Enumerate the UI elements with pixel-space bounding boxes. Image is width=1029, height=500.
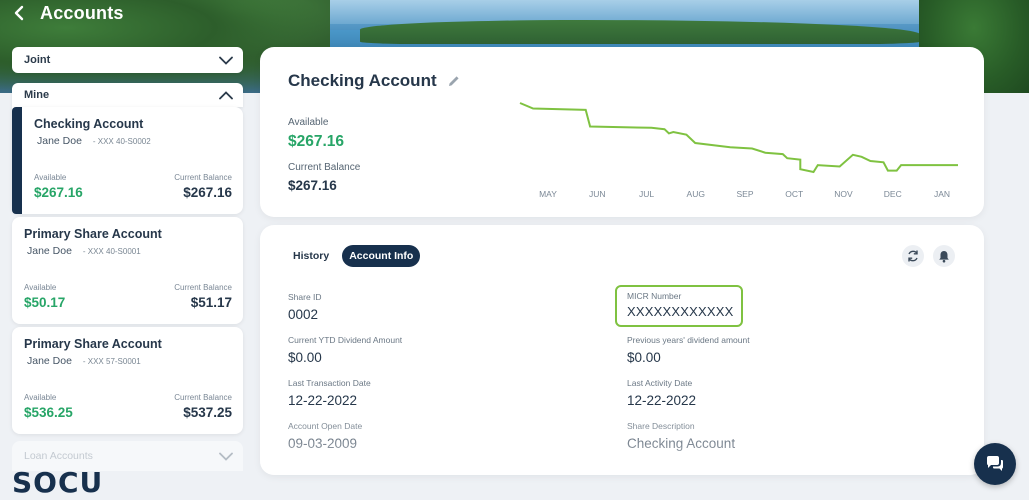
back-button[interactable] bbox=[10, 2, 28, 24]
group-loan-label: Loan Accounts bbox=[24, 450, 93, 462]
pencil-icon[interactable] bbox=[447, 74, 461, 88]
available-label: Available bbox=[34, 173, 67, 182]
account-title: Checking Account bbox=[288, 71, 461, 91]
account-holder-name: Jane Doe bbox=[27, 245, 72, 257]
balance-value: $51.17 bbox=[190, 295, 232, 310]
account-holder-name: Jane Doe bbox=[37, 135, 82, 147]
account-title-text: Checking Account bbox=[288, 71, 437, 90]
account-name: Primary Share Account bbox=[24, 227, 162, 241]
account-number: - XXX 40-S0001 bbox=[82, 247, 141, 256]
field-value: 12-22-2022 bbox=[627, 393, 697, 408]
tab-bar: History Account Info bbox=[288, 245, 421, 267]
balance-chart: MAY JUN JUL AUG SEP OCT NOV DEC JAN bbox=[510, 97, 970, 212]
field-last-activity: Last Activity Date 12-22-2022 bbox=[627, 378, 696, 408]
field-label: Share ID bbox=[288, 292, 322, 302]
chat-icon bbox=[987, 456, 1003, 471]
balance-label: Current Balance bbox=[174, 393, 232, 402]
field-label: Current YTD Dividend Amount bbox=[288, 335, 403, 345]
account-holder-name: Jane Doe bbox=[27, 355, 72, 367]
field-open-date: Account Open Date 09-03-2009 bbox=[288, 421, 362, 451]
refresh-icon bbox=[908, 250, 918, 262]
account-number: - XXX 40-S0002 bbox=[92, 137, 151, 146]
field-value: Checking Account bbox=[627, 436, 736, 451]
account-name: Checking Account bbox=[34, 117, 144, 131]
account-balances: Available $536.25 Current Balance $537.2… bbox=[24, 393, 232, 420]
account-info-card: History Account Info Share ID 0002 MICR … bbox=[260, 225, 984, 475]
available-value: $267.16 bbox=[288, 133, 345, 150]
field-value: 09-03-2009 bbox=[288, 436, 358, 451]
group-mine-label: Mine bbox=[24, 89, 50, 101]
available-value: $50.17 bbox=[24, 295, 66, 310]
account-holder: Jane Doe - XXX 57-S0001 bbox=[27, 355, 232, 367]
field-label: Last Activity Date bbox=[627, 378, 693, 388]
available-value: $267.16 bbox=[34, 185, 83, 200]
field-label: Account Open Date bbox=[288, 421, 363, 431]
account-summary-card: Checking Account Available $267.16 Curre… bbox=[260, 47, 984, 217]
field-prev-dividend: Previous years' dividend amount $0.00 bbox=[627, 335, 750, 365]
balance-label: Current Balance bbox=[174, 173, 232, 182]
balance-value: $267.16 bbox=[183, 185, 232, 200]
available-label: Available bbox=[288, 117, 329, 128]
bell-icon bbox=[939, 250, 949, 262]
field-value: 0002 bbox=[288, 307, 319, 322]
balance-line-chart: MAY JUN JUL AUG SEP OCT NOV DEC JAN bbox=[519, 102, 958, 199]
x-tick-label: JAN bbox=[934, 189, 950, 199]
x-tick-label: AUG bbox=[687, 189, 705, 199]
accounts-sidebar: Joint Mine Checking Account Jane Doe - X… bbox=[12, 47, 243, 471]
available-label: Available bbox=[24, 393, 57, 402]
field-value: $0.00 bbox=[288, 350, 322, 365]
balance-label: Current Balance bbox=[174, 283, 232, 292]
page-title: Accounts bbox=[40, 2, 124, 23]
account-holder: Jane Doe - XXX 40-S0002 bbox=[37, 135, 232, 147]
chat-button[interactable] bbox=[974, 443, 1016, 485]
top-bar: Accounts bbox=[10, 2, 124, 24]
account-card-share-2[interactable]: Primary Share Account Jane Doe - XXX 57-… bbox=[12, 327, 243, 434]
field-share-id: Share ID 0002 bbox=[288, 292, 322, 322]
field-label: MICR Number bbox=[627, 291, 682, 301]
tab-history[interactable]: History bbox=[288, 245, 334, 267]
account-card-share-1[interactable]: Primary Share Account Jane Doe - XXX 40-… bbox=[12, 217, 243, 324]
field-value: XXXXXXXXXXXX bbox=[627, 304, 734, 319]
available-label: Available bbox=[24, 283, 57, 292]
field-value: 12-22-2022 bbox=[288, 393, 358, 408]
chevron-down-icon bbox=[219, 451, 233, 461]
group-joint[interactable]: Joint bbox=[12, 47, 243, 73]
balance-series-line bbox=[519, 102, 958, 174]
x-tick-label: NOV bbox=[834, 189, 853, 199]
available-value: $536.25 bbox=[24, 405, 73, 420]
group-mine[interactable]: Mine bbox=[12, 83, 243, 107]
account-holder: Jane Doe - XXX 40-S0001 bbox=[27, 245, 232, 257]
balance-value: $537.25 bbox=[183, 405, 232, 420]
balance-label: Current Balance bbox=[288, 162, 361, 173]
chevron-up-icon bbox=[219, 90, 233, 100]
scroll-fade bbox=[260, 415, 984, 475]
group-joint-label: Joint bbox=[24, 54, 51, 66]
account-balances: Available $50.17 Current Balance $51.17 bbox=[24, 283, 232, 310]
account-balances: Available $267.16 Current Balance $267.1… bbox=[34, 173, 232, 200]
x-tick-label: MAY bbox=[539, 189, 557, 199]
x-tick-label: OCT bbox=[785, 189, 803, 199]
field-label: Share Description bbox=[627, 421, 695, 431]
notifications-button[interactable] bbox=[933, 245, 955, 267]
x-tick-label: JUN bbox=[589, 189, 606, 199]
account-card-checking[interactable]: Checking Account Jane Doe - XXX 40-S0002… bbox=[12, 107, 243, 214]
chevron-left-icon bbox=[14, 5, 24, 21]
balance-value: $267.16 bbox=[288, 178, 337, 193]
field-ytd-dividend: Current YTD Dividend Amount $0.00 bbox=[288, 335, 402, 365]
x-tick-label: DEC bbox=[884, 189, 902, 199]
x-tick-label: JUL bbox=[639, 189, 654, 199]
tab-account-info[interactable]: Account Info bbox=[342, 245, 421, 267]
account-number: - XXX 57-S0001 bbox=[82, 357, 141, 366]
field-last-transaction: Last Transaction Date 12-22-2022 bbox=[288, 378, 371, 408]
refresh-button[interactable] bbox=[902, 245, 924, 267]
field-label: Previous years' dividend amount bbox=[627, 335, 750, 345]
field-share-description: Share Description Checking Account bbox=[627, 421, 735, 451]
field-label: Last Transaction Date bbox=[288, 378, 371, 388]
account-name: Primary Share Account bbox=[24, 337, 162, 351]
field-value: $0.00 bbox=[627, 350, 661, 365]
x-tick-label: SEP bbox=[736, 189, 753, 199]
brand-logo: SOCU bbox=[12, 466, 104, 499]
field-micr-number: MICR Number XXXXXXXXXXXX bbox=[615, 285, 743, 327]
chevron-down-icon bbox=[219, 55, 233, 65]
